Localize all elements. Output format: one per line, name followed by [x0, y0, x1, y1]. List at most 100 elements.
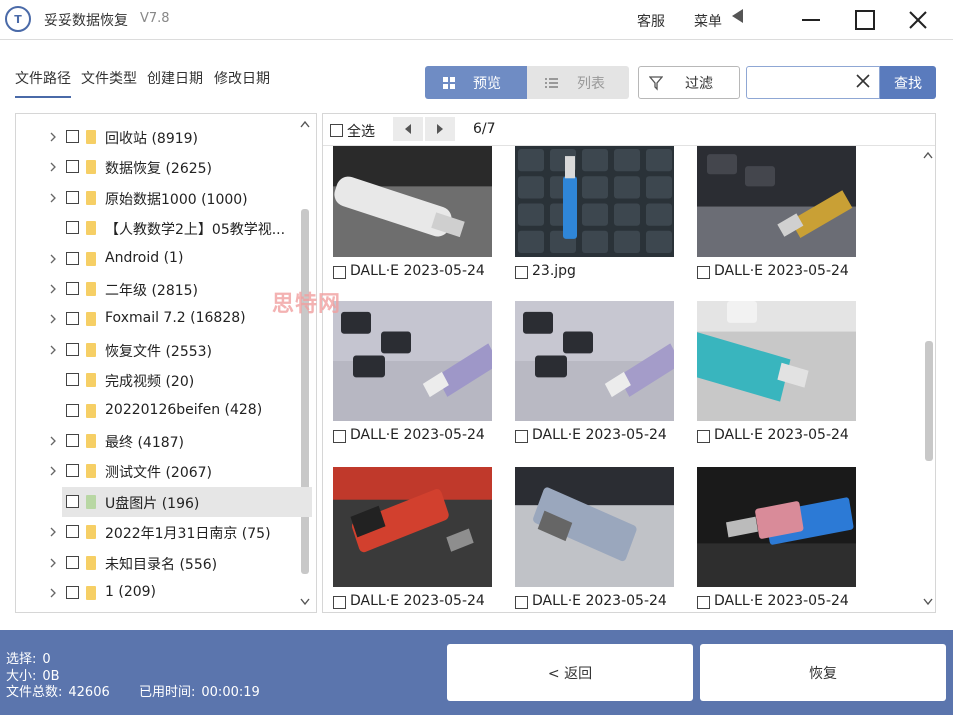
tree-item[interactable]: U盘图片 (196) — [16, 486, 312, 517]
tree-item[interactable]: 20220126beifen (428) — [16, 396, 312, 426]
thumbnail-card[interactable]: DALL·E 2023-05-24 1 — [323, 146, 503, 286]
thumbnail-checkbox[interactable] — [333, 266, 346, 279]
tree-item-checkbox[interactable] — [66, 555, 79, 569]
thumbnail-checkbox[interactable] — [515, 596, 528, 609]
thumbnail-checkbox[interactable] — [333, 596, 346, 609]
chevron-right-icon[interactable] — [48, 283, 58, 295]
tree-item-checkbox[interactable] — [66, 221, 79, 235]
thumbnail-card[interactable]: DALL·E 2023-05-24 1 — [687, 146, 867, 286]
tree-item[interactable]: 最终 (4187) — [16, 426, 312, 456]
thumbnail-image[interactable] — [515, 146, 674, 257]
thumbnail-image[interactable] — [515, 301, 674, 421]
tree-item-checkbox[interactable] — [66, 282, 79, 295]
chevron-right-icon[interactable] — [48, 313, 58, 325]
preview-button[interactable]: 预览 — [425, 66, 527, 99]
thumbnail-checkbox[interactable] — [515, 430, 528, 443]
tab-file-type[interactable]: 文件类型 — [81, 68, 137, 88]
filter-button[interactable]: 过滤 — [638, 66, 740, 99]
tree-item-label: 20220126beifen (428) — [105, 401, 263, 418]
tab-create-date[interactable]: 创建日期 — [147, 68, 203, 88]
thumbnail-checkbox[interactable] — [697, 266, 710, 279]
chevron-right-icon[interactable] — [48, 526, 58, 538]
tab-file-path[interactable]: 文件路径 — [15, 68, 71, 98]
maximize-icon[interactable] — [853, 8, 877, 32]
recover-button[interactable]: 恢复 — [700, 644, 946, 701]
tree-item-checkbox[interactable] — [66, 312, 79, 326]
tree-item[interactable]: 测试文件 (2067) — [16, 456, 312, 486]
tree-item-checkbox[interactable] — [66, 434, 79, 447]
tree-item[interactable]: 恢复文件 (2553) — [16, 335, 312, 365]
thumbnail-image[interactable] — [697, 301, 856, 421]
tree-item[interactable]: 未知目录名 (556) — [16, 548, 312, 578]
search-button[interactable]: 查找 — [880, 66, 936, 99]
thumbnail-card[interactable]: DALL·E 2023-05-24 1 — [687, 301, 867, 443]
page-indicator: 6/7 — [473, 121, 496, 137]
tree-item-checkbox[interactable] — [66, 342, 79, 356]
chevron-right-icon[interactable] — [48, 465, 58, 477]
thumbnail-image[interactable] — [515, 467, 674, 587]
tab-modify-date[interactable]: 修改日期 — [214, 68, 270, 88]
chevron-right-icon[interactable] — [48, 435, 58, 447]
close-icon[interactable] — [906, 8, 930, 32]
menu-arrow-icon[interactable] — [732, 9, 743, 23]
chevron-right-icon[interactable] — [48, 344, 58, 356]
next-page-button[interactable] — [425, 117, 455, 141]
minimize-icon[interactable] — [799, 8, 823, 32]
prev-page-button[interactable] — [393, 117, 423, 141]
thumbnail-checkbox[interactable] — [333, 430, 346, 443]
scroll-up-icon[interactable] — [923, 151, 933, 159]
thumbnail-card[interactable]: DALL·E 2023-05-24 1 — [505, 301, 685, 443]
select-all-label[interactable]: 全选 — [347, 121, 375, 141]
tree-item[interactable]: 1 (209) — [16, 578, 312, 608]
thumbnail-image[interactable] — [697, 467, 856, 587]
thumbnail-card[interactable]: DALL·E 2023-05-24 1 — [505, 467, 685, 609]
back-button[interactable]: < 返回 — [447, 644, 693, 701]
thumbnail-image[interactable] — [333, 146, 492, 257]
tree-item-checkbox[interactable] — [66, 464, 79, 478]
list-button[interactable]: 列表 — [527, 66, 629, 99]
thumbnail-image[interactable] — [697, 146, 856, 257]
tree-item[interactable]: 数据恢复 (2625) — [16, 152, 312, 182]
tree-item-label: 2022年1月31日南京 (75) — [105, 526, 271, 543]
thumbnail-checkbox[interactable] — [515, 266, 528, 279]
chevron-right-icon[interactable] — [48, 557, 58, 569]
tree-item[interactable]: 原始数据1000 (1000) — [16, 183, 312, 213]
tree-item[interactable]: Android (1) — [16, 244, 312, 274]
tree-item-checkbox[interactable] — [66, 586, 79, 599]
folder-icon — [86, 494, 96, 509]
tree-item[interactable]: 【人教数学2上】05教学视... — [16, 213, 312, 243]
chevron-right-icon[interactable] — [48, 131, 58, 143]
chevron-right-icon[interactable] — [48, 587, 58, 599]
tree-item-checkbox[interactable] — [66, 373, 79, 387]
tree-item[interactable]: Foxmail 7.2 (16828) — [16, 304, 312, 334]
customer-service-link[interactable]: 客服 — [637, 11, 665, 31]
thumbnail-card[interactable]: DALL·E 2023-05-24 1 — [323, 467, 503, 609]
thumbnail-image[interactable] — [333, 301, 492, 421]
preview-scroll-thumb[interactable] — [925, 341, 933, 461]
tree-item-checkbox[interactable] — [66, 251, 79, 265]
tree-item-checkbox[interactable] — [66, 494, 79, 508]
thumbnail-image[interactable] — [333, 467, 492, 587]
scroll-down-icon[interactable] — [923, 598, 933, 606]
watermark: 思特网 — [272, 292, 342, 317]
tree-item-checkbox[interactable] — [66, 160, 79, 174]
tree-item[interactable]: 二年级 (2815) — [16, 274, 312, 304]
tree-item[interactable]: 2022年1月31日南京 (75) — [16, 517, 312, 547]
tree-item[interactable]: 完成视频 (20) — [16, 365, 312, 395]
tree-item-checkbox[interactable] — [66, 403, 79, 417]
tree-item-checkbox[interactable] — [66, 130, 79, 143]
tree-item[interactable]: 回收站 (8919) — [16, 122, 312, 152]
clear-search-icon[interactable] — [854, 72, 872, 90]
thumbnail-checkbox[interactable] — [697, 430, 710, 443]
thumbnail-card[interactable]: DALL·E 2023-05-24 1 — [687, 467, 867, 609]
chevron-right-icon[interactable] — [48, 161, 58, 173]
chevron-right-icon[interactable] — [48, 253, 58, 265]
thumbnail-checkbox[interactable] — [697, 596, 710, 609]
select-all-checkbox[interactable] — [330, 124, 343, 137]
thumbnail-card[interactable]: 23.jpg — [505, 146, 685, 286]
chevron-right-icon[interactable] — [48, 192, 58, 204]
thumbnail-card[interactable]: DALL·E 2023-05-24 1 — [323, 301, 503, 443]
tree-item-checkbox[interactable] — [66, 525, 79, 539]
menu-link[interactable]: 菜单 — [694, 11, 722, 31]
tree-item-checkbox[interactable] — [66, 190, 79, 204]
